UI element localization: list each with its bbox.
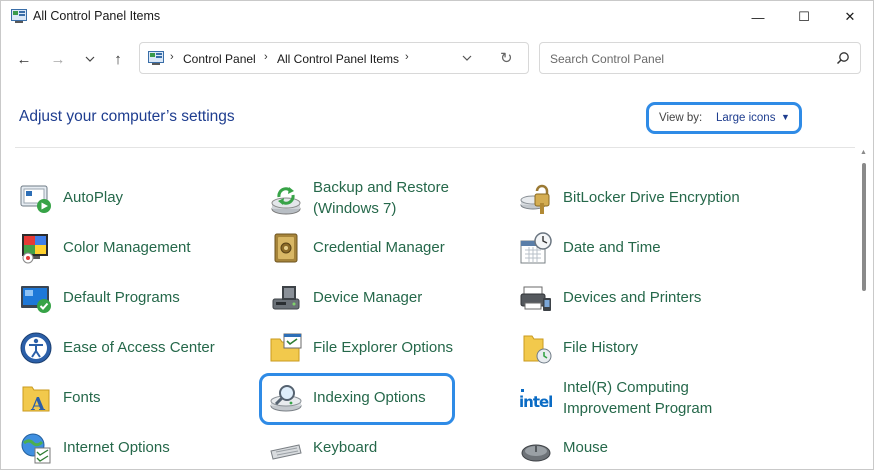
item-devices-printers[interactable]: Devices and Printers — [519, 277, 779, 321]
device-manager-icon — [269, 281, 303, 315]
item-label[interactable]: Default Programs — [63, 287, 180, 308]
file-history-icon — [519, 331, 553, 365]
devices-printers-icon — [519, 281, 553, 315]
header-divider — [15, 147, 855, 148]
control-panel-icon — [11, 9, 27, 23]
color-management-icon — [19, 231, 53, 265]
forward-button[interactable]: → — [45, 45, 71, 73]
item-device-manager[interactable]: Device Manager — [269, 277, 489, 321]
item-label[interactable]: Fonts — [63, 387, 101, 408]
refresh-button[interactable]: ↻ — [500, 49, 513, 67]
default-programs-icon — [19, 281, 53, 315]
search-icon[interactable] — [836, 51, 850, 65]
view-by-label: View by: — [659, 112, 703, 124]
item-label[interactable]: Keyboard — [313, 437, 377, 458]
address-dropdown-button[interactable] — [462, 52, 472, 64]
item-mouse[interactable]: Mouse — [519, 427, 779, 469]
autoplay-icon — [19, 181, 53, 215]
item-backup-restore[interactable]: Backup and Restore (Windows 7) — [269, 177, 489, 221]
view-by-control[interactable]: View by: Large icons ▼ — [646, 102, 802, 134]
item-color-management[interactable]: Color Management — [19, 227, 239, 271]
search-input[interactable] — [548, 49, 822, 69]
item-label[interactable]: AutoPlay — [63, 187, 123, 208]
breadcrumb-separator[interactable]: › — [170, 51, 174, 63]
item-file-history[interactable]: File History — [519, 327, 779, 371]
close-button[interactable]: ✕ — [827, 1, 873, 33]
address-bar[interactable]: › Control Panel › All Control Panel Item… — [139, 42, 529, 74]
item-label[interactable]: Intel(R) Computing Improvement Program — [563, 377, 712, 419]
view-by-dropdown[interactable]: Large icons — [716, 112, 775, 124]
title-bar[interactable]: All Control Panel Items — ☐ ✕ — [1, 1, 873, 33]
item-file-explorer-options[interactable]: File Explorer Options — [269, 327, 489, 371]
ease-of-access-icon — [19, 331, 53, 365]
item-label[interactable]: File History — [563, 337, 638, 358]
back-button[interactable]: ← — [11, 45, 37, 73]
internet-options-icon — [19, 431, 53, 465]
svg-text:intel: intel — [519, 393, 552, 411]
breadcrumb-separator[interactable]: › — [264, 51, 268, 63]
page-title: Adjust your computer’s settings — [19, 108, 235, 125]
window-title: All Control Panel Items — [33, 9, 161, 23]
control-panel-icon — [148, 51, 164, 65]
item-label[interactable]: Date and Time — [563, 237, 661, 258]
item-label[interactable]: Color Management — [63, 237, 191, 258]
scroll-up-arrow-icon[interactable]: ▲ — [860, 149, 867, 156]
maximize-button[interactable]: ☐ — [781, 1, 827, 33]
recent-locations-button[interactable] — [77, 45, 103, 73]
date-time-icon — [519, 231, 553, 265]
item-label[interactable]: Credential Manager — [313, 237, 445, 258]
chevron-down-icon — [85, 56, 95, 62]
item-internet-options[interactable]: Internet Options — [19, 427, 239, 469]
dropdown-arrow-icon[interactable]: ▼ — [781, 112, 790, 122]
item-autoplay[interactable]: AutoPlay — [19, 177, 239, 221]
file-explorer-options-icon — [269, 331, 303, 365]
item-label[interactable]: Ease of Access Center — [63, 337, 215, 358]
minimize-button[interactable]: — — [735, 1, 781, 33]
item-label[interactable]: Device Manager — [313, 287, 422, 308]
item-label[interactable]: Backup and Restore (Windows 7) — [313, 177, 449, 219]
item-bitlocker[interactable]: BitLocker Drive Encryption — [519, 177, 779, 221]
item-default-programs[interactable]: Default Programs — [19, 277, 239, 321]
item-credential-manager[interactable]: Credential Manager — [269, 227, 489, 271]
item-keyboard[interactable]: Keyboard — [269, 427, 489, 469]
breadcrumb-control-panel[interactable]: Control Panel — [183, 52, 256, 66]
item-label[interactable]: BitLocker Drive Encryption — [563, 187, 740, 208]
mouse-icon — [519, 431, 553, 465]
fonts-icon: A — [19, 381, 53, 415]
breadcrumb-separator[interactable]: › — [405, 51, 409, 63]
up-button[interactable]: ↑ — [105, 45, 131, 73]
item-label[interactable]: Devices and Printers — [563, 287, 701, 308]
keyboard-icon — [269, 431, 303, 465]
item-date-time[interactable]: Date and Time — [519, 227, 779, 271]
item-label[interactable]: File Explorer Options — [313, 337, 453, 358]
item-intel-computing[interactable]: intel Intel(R) Computing Improvement Pro… — [519, 377, 779, 421]
intel-icon: intel — [519, 381, 553, 415]
credential-manager-icon — [269, 231, 303, 265]
backup-restore-icon — [269, 183, 303, 217]
item-fonts[interactable]: A Fonts — [19, 377, 239, 421]
search-box[interactable] — [539, 42, 861, 74]
indexing-options-highlight — [259, 373, 455, 425]
scroll-thumb[interactable] — [862, 163, 866, 291]
item-label[interactable]: Mouse — [563, 437, 608, 458]
bitlocker-icon — [519, 181, 553, 215]
item-ease-of-access[interactable]: Ease of Access Center — [19, 327, 239, 371]
control-panel-window: All Control Panel Items — ☐ ✕ ← → ↑ › Co… — [0, 0, 874, 470]
chevron-down-icon — [462, 55, 472, 61]
item-label[interactable]: Internet Options — [63, 437, 170, 458]
vertical-scrollbar[interactable]: ▲ — [860, 149, 867, 467]
breadcrumb-all-items[interactable]: All Control Panel Items — [277, 52, 399, 66]
svg-text:A: A — [30, 394, 46, 415]
